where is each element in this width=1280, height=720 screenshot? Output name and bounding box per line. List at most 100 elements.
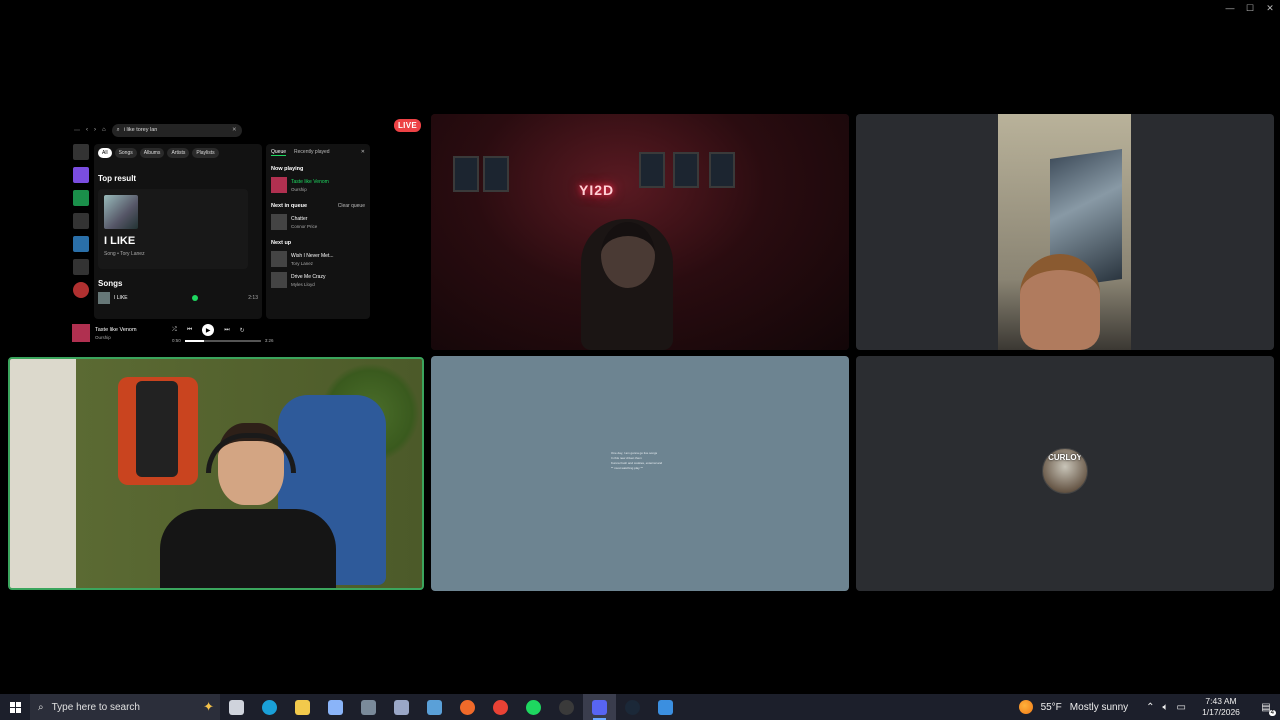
- file-explorer-icon: [295, 699, 310, 715]
- chip-songs[interactable]: Songs: [114, 148, 137, 158]
- taskbar-app-file-explorer[interactable]: [286, 694, 319, 720]
- wall-frame: [639, 152, 665, 188]
- taskbar-app-edge[interactable]: [253, 694, 286, 720]
- chip-artists[interactable]: Artists: [167, 148, 190, 158]
- webcam-tile-speaking[interactable]: [8, 357, 424, 590]
- search-icon: ⌕: [38, 701, 44, 713]
- next-icon[interactable]: ⏭: [224, 327, 229, 334]
- saved-check-icon[interactable]: [191, 295, 198, 301]
- taskbar-search[interactable]: ⌕ Type here to search ✦: [30, 694, 220, 720]
- library-icon[interactable]: [73, 144, 89, 160]
- steam-icon: [625, 699, 640, 715]
- webcam-tile[interactable]: YI2D: [431, 114, 849, 350]
- track-title: Chatter: [291, 215, 308, 222]
- neon-sign: YI2D: [579, 182, 615, 198]
- taskbar-app-paint[interactable]: [649, 694, 682, 720]
- chrome-icon: [493, 699, 508, 715]
- taskbar-app-snipping-tool[interactable]: [385, 694, 418, 720]
- track-artist: Tory Lanez: [291, 260, 314, 266]
- wall-frame: [709, 152, 735, 188]
- edge-icon: [262, 699, 277, 715]
- chip-playlists[interactable]: Playlists: [192, 148, 219, 158]
- windows-icon: [9, 701, 21, 713]
- taskbar-app-calculator[interactable]: [352, 694, 385, 720]
- more-icon[interactable]: ⋯: [74, 127, 80, 134]
- clear-search-icon[interactable]: ✕: [232, 127, 237, 133]
- play-button[interactable]: ▶: [202, 324, 215, 336]
- taskbar-app-control-panel[interactable]: [319, 694, 352, 720]
- progress-track[interactable]: [184, 339, 261, 342]
- playlist-thumb[interactable]: [73, 236, 89, 252]
- liked-songs-icon[interactable]: [73, 167, 89, 183]
- copilot-sparkle-icon[interactable]: ✦: [203, 699, 214, 715]
- clock[interactable]: 7:43 AM 1/17/2026: [1194, 696, 1248, 718]
- avatar-tile[interactable]: CURLOY: [856, 356, 1274, 591]
- song-row[interactable]: I LIKE 2:13: [98, 292, 258, 304]
- playback-progress: 0:50 3:26: [172, 338, 274, 343]
- taskbar-app-obs[interactable]: [550, 694, 583, 720]
- spotify-search-input[interactable]: ⌕ i like torey lan ✕: [111, 123, 242, 137]
- control-panel-icon: [328, 699, 343, 715]
- chip-albums[interactable]: Albums: [139, 148, 165, 158]
- taskbar-app-steam[interactable]: [616, 694, 649, 720]
- taskbar-app-notepad[interactable]: [418, 694, 451, 720]
- wall-frame: [483, 156, 509, 192]
- start-button[interactable]: [0, 694, 30, 720]
- tab-queue[interactable]: Queue: [271, 149, 287, 156]
- weather-temp[interactable]: 55°F: [1041, 702, 1062, 713]
- minimize-button[interactable]: —: [1220, 0, 1240, 16]
- home-icon[interactable]: ⌂: [102, 127, 106, 133]
- weather-icon[interactable]: [1018, 700, 1033, 714]
- player-track-artist: Ourship: [95, 334, 111, 340]
- taskbar-app-brave[interactable]: [451, 694, 484, 720]
- screen-share-tile[interactable]: One day, I am gonna go live songs In thi…: [431, 356, 849, 591]
- queue-panel: Queue Recently played ✕ Now playing Tast…: [266, 144, 370, 319]
- discord-icon: [592, 699, 607, 715]
- clock-date: 1/17/2026: [1202, 707, 1240, 717]
- close-queue-icon[interactable]: ✕: [361, 149, 365, 156]
- chip-all[interactable]: All: [98, 148, 112, 158]
- repeat-icon[interactable]: ↻: [240, 327, 245, 334]
- obs-icon: [559, 699, 574, 715]
- taskbar-app-chrome[interactable]: [484, 694, 517, 720]
- notification-icon[interactable]: ▤ 4: [1256, 699, 1276, 716]
- maximize-button[interactable]: ☐: [1240, 0, 1260, 16]
- chevron-up-icon[interactable]: ⌃: [1146, 702, 1154, 713]
- tab-recently-played[interactable]: Recently played: [294, 149, 330, 156]
- queue-item[interactable]: Drive Me Crazy Myles Lloyd: [271, 272, 365, 288]
- queue-item[interactable]: Chatter Connor Price: [271, 214, 365, 230]
- weather-desc[interactable]: Mostly sunny: [1070, 702, 1128, 713]
- total-time: 3:26: [264, 338, 274, 343]
- shuffle-icon[interactable]: ⤮: [172, 327, 177, 334]
- back-icon[interactable]: ‹: [86, 127, 88, 133]
- taskbar-app-discord[interactable]: [583, 694, 616, 720]
- close-button[interactable]: ✕: [1260, 0, 1280, 16]
- top-result-heading: Top result: [98, 174, 137, 183]
- playlist-thumb[interactable]: [73, 213, 89, 229]
- queue-item[interactable]: Wish I Never Met... Tory Lanez: [271, 251, 365, 267]
- folder-icon[interactable]: [73, 259, 89, 275]
- forward-icon[interactable]: ›: [94, 127, 96, 133]
- clear-queue-button[interactable]: Clear queue: [338, 203, 365, 209]
- playback-controls: ⤮ ⏮ ▶ ⏭ ↻: [172, 324, 245, 336]
- elapsed-time: 0:50: [172, 338, 181, 343]
- hanging-jacket: [136, 381, 178, 477]
- taskbar-app-spotify[interactable]: [517, 694, 550, 720]
- taskbar-app-task-view[interactable]: [220, 694, 253, 720]
- now-playing-thumb: [72, 324, 90, 342]
- network-icon[interactable]: ▭: [1177, 702, 1186, 713]
- clock-time: 7:43 AM: [1205, 696, 1237, 706]
- stream-tile[interactable]: ⋯ ‹ › ⌂ ⌕ i like torey lan ✕ All Songs A…: [8, 114, 424, 350]
- now-playing-item[interactable]: Taste like Venom Ourship: [271, 177, 365, 193]
- webcam-tile[interactable]: [856, 114, 1274, 350]
- participant-head: [601, 222, 655, 288]
- speaker-icon[interactable]: 🔈︎: [1163, 702, 1169, 713]
- saved-episodes-icon[interactable]: [73, 190, 89, 206]
- artist-thumb[interactable]: [73, 282, 89, 298]
- paint-icon: [658, 699, 673, 715]
- filter-chips: All Songs Albums Artists Playlists: [98, 148, 258, 158]
- previous-icon[interactable]: ⏮: [187, 327, 192, 334]
- snipping-tool-icon: [394, 699, 409, 715]
- album-cover: [104, 195, 138, 229]
- top-result-card[interactable]: I LIKE Song • Tory Lanez: [98, 189, 248, 269]
